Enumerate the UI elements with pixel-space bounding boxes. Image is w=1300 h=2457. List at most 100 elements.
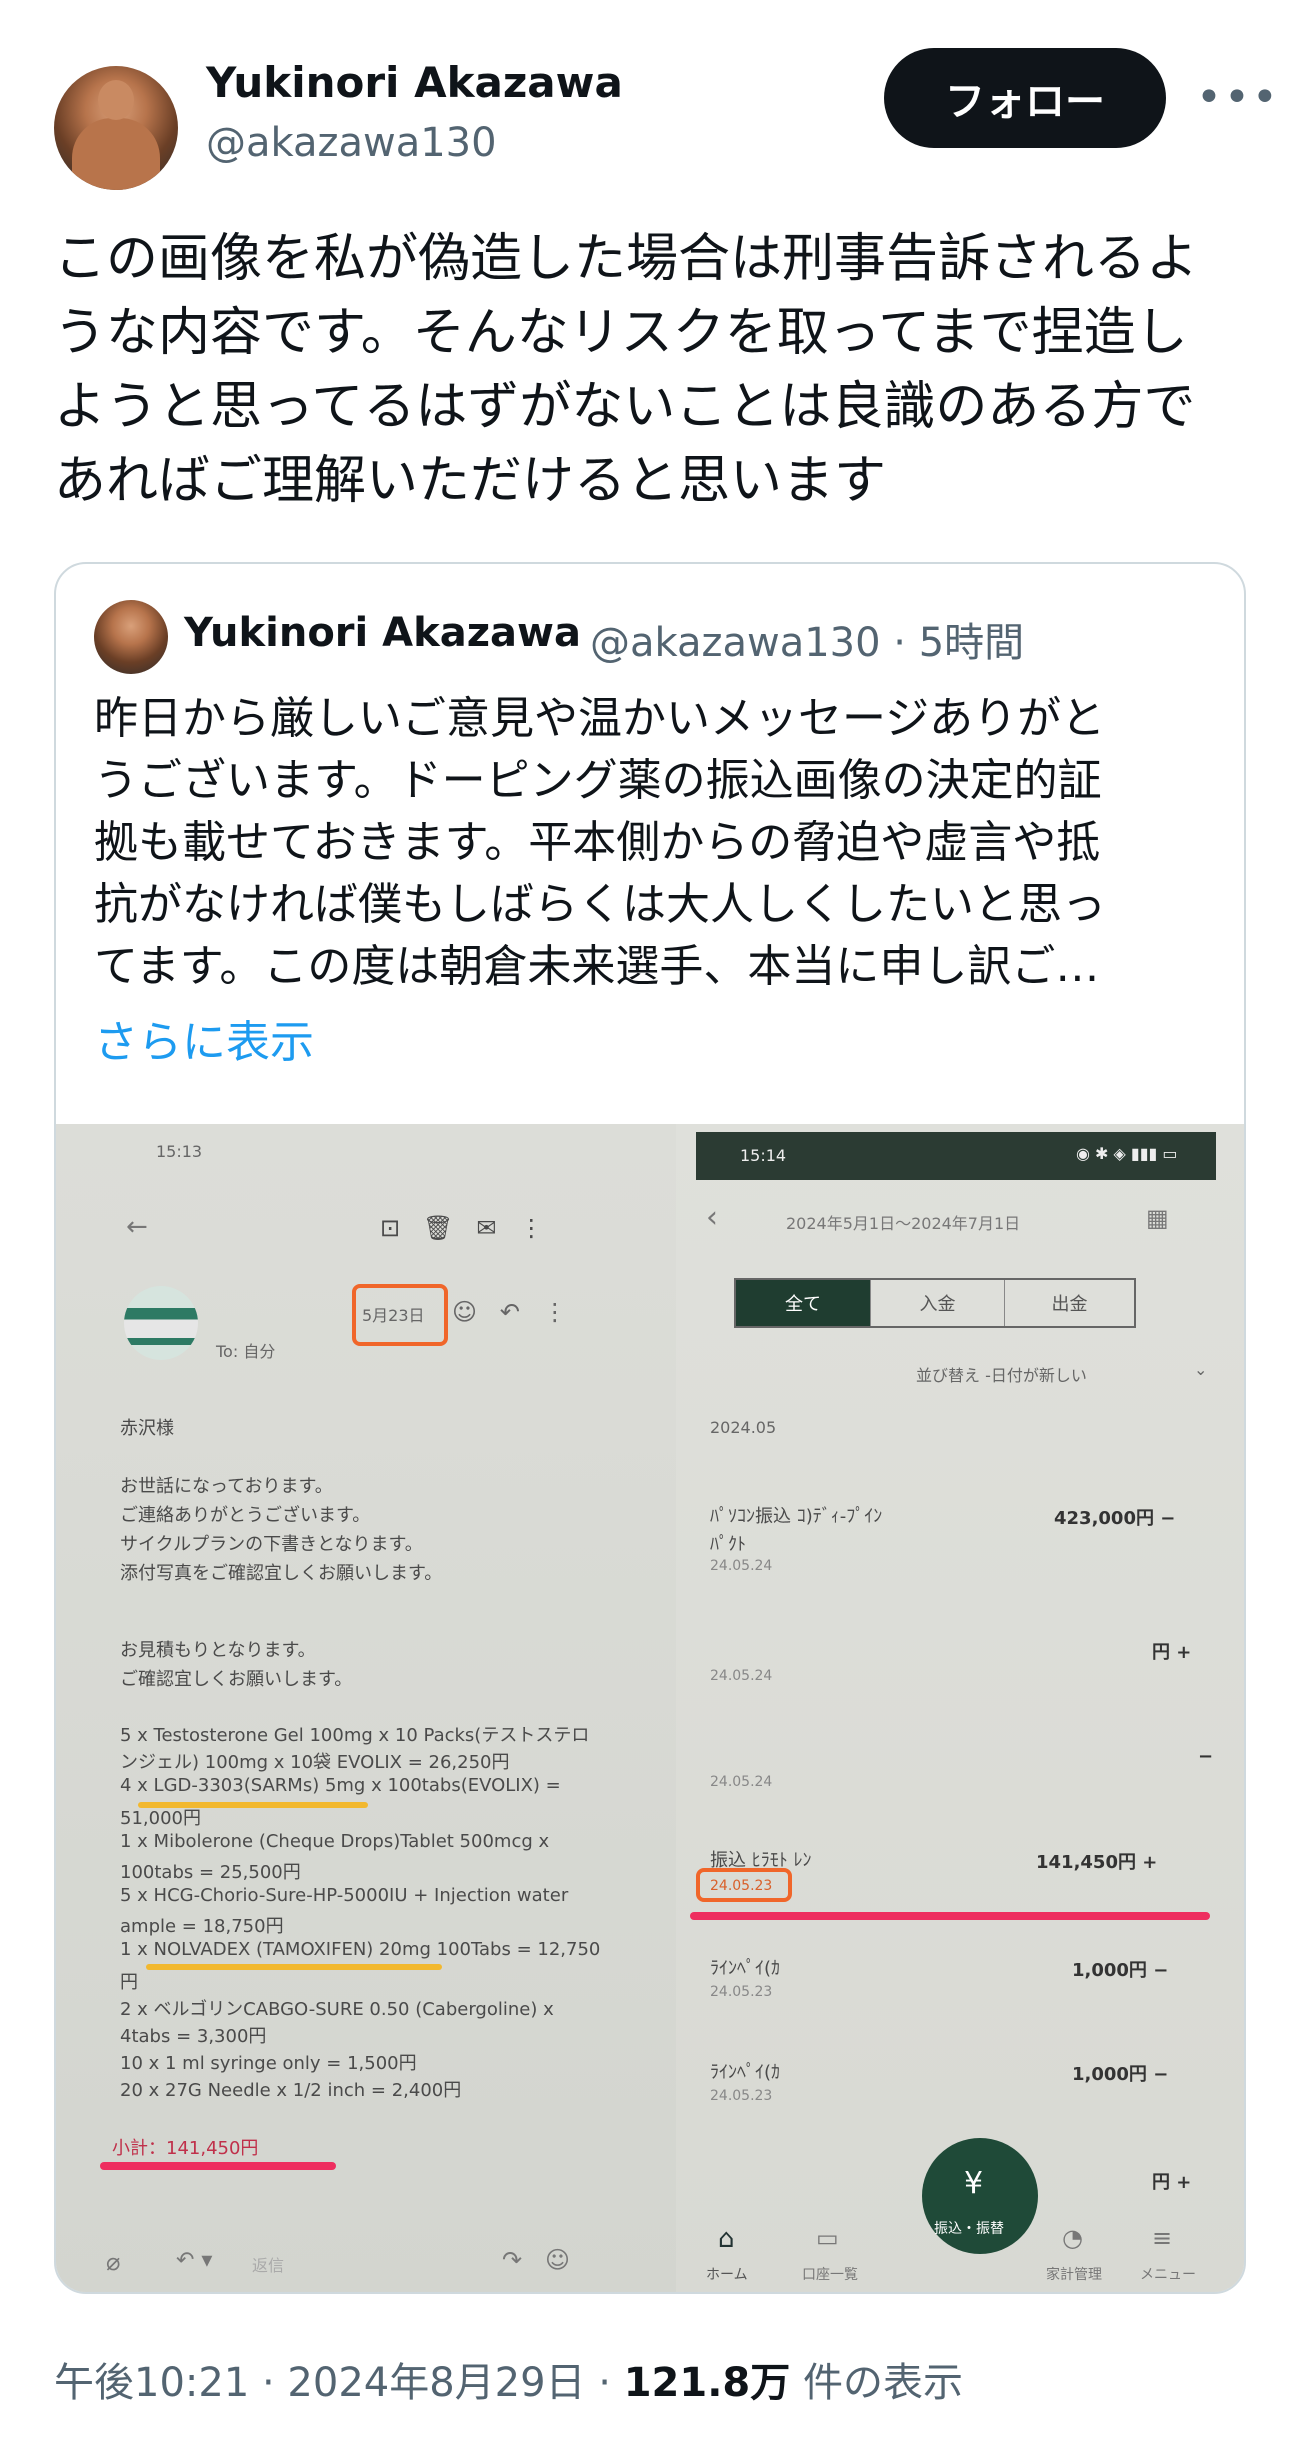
- author-avatar[interactable]: [54, 66, 178, 190]
- email-line: お見積もりとなります。: [120, 1640, 316, 1661]
- order-line: 20 x 27G Needle x 1/2 inch = 2,400円: [120, 2080, 462, 2101]
- entry-name: ﾗｲﾝﾍﾟｲ(ｶ: [710, 1958, 781, 1979]
- tweet-line: うな内容です。そんなリスクを取ってまで捏造し: [54, 303, 1188, 363]
- attached-photo[interactable]: 15:13 ← ⊡ 🗑 ✉ ⋮ To: 自分 5月23日 ☺ ↶ ⋮ 赤沢様 お…: [56, 1124, 1244, 2292]
- tweet-header: Yukinori Akazawa @akazawa130 フォロー •••: [0, 0, 1300, 190]
- entry-amount: 1,000円 −: [1072, 1960, 1169, 1981]
- quoted-author-name: Yukinori Akazawa: [184, 610, 581, 656]
- reply-label: 返信: [252, 2256, 285, 2275]
- status-time: 15:13: [156, 1142, 203, 1161]
- order-line: 100tabs = 25,500円: [120, 1862, 301, 1883]
- tab-deposit[interactable]: 入金: [870, 1280, 1004, 1326]
- photo-email-screen: 15:13 ← ⊡ 🗑 ✉ ⋮ To: 自分 5月23日 ☺ ↶ ⋮ 赤沢様 お…: [56, 1124, 676, 2292]
- photo-bank-screen: 15:14 ◉ ✱ ◈ ▮▮▮ ▭ ‹ 2024年5月1日～2024年7月1日 …: [676, 1124, 1244, 2292]
- email-toolbar-icons: ⊡ 🗑 ✉ ⋮: [380, 1214, 544, 1242]
- quote-line: 抗がなければ僕もしばらくは大人しくしたいと思っ: [94, 879, 1106, 930]
- quote-line: うございます。ドーピング薬の振込画像の決定的証: [94, 755, 1102, 806]
- tab-all[interactable]: 全て: [736, 1280, 870, 1326]
- highlight-underline: [146, 1964, 442, 1970]
- status-time: 15:14: [740, 1146, 787, 1165]
- order-line: 4 x LGD-3303(SARMs) 5mg x 100tabs(EVOLIX…: [120, 1775, 561, 1796]
- show-more-link[interactable]: さらに表示: [94, 1006, 314, 1070]
- order-line: 1 x NOLVADEX (TAMOXIFEN) 20mg 100Tabs = …: [120, 1939, 601, 1960]
- filter-tabs: 全て 入金 出金: [734, 1278, 1136, 1328]
- transfer-button[interactable]: ¥ 振込・振替: [922, 2138, 1038, 2254]
- tweet-text: この画像を私が偽造した場合は刑事告訴されるよ うな内容です。そんなリスクを取って…: [54, 222, 1254, 518]
- date-range: 2024年5月1日～2024年7月1日: [786, 1214, 1021, 1233]
- entry-date: 24.05.24: [710, 1774, 773, 1790]
- view-count-label: 件の表示: [790, 2360, 963, 2406]
- status-icons: ◉ ✱ ◈ ▮▮▮ ▭: [1076, 1144, 1178, 1163]
- budget-icon: ◔: [1062, 2224, 1083, 2252]
- recipient-to: To: 自分: [216, 1342, 276, 1361]
- email-line: 添付写真をご確認宜しくお願いします。: [120, 1563, 443, 1584]
- quoted-tweet[interactable]: Yukinori Akazawa @akazawa130 · 5時間 昨日から厳…: [54, 562, 1246, 2294]
- quoted-author-avatar: [94, 600, 168, 674]
- sender-logo: [124, 1286, 198, 1360]
- entry-name: ﾗｲﾝﾍﾟｲ(ｶ: [710, 2062, 781, 2083]
- tweet-line: ようと思ってるはずがないことは良識のある方で: [54, 377, 1196, 437]
- calendar-icon: ▦: [1146, 1204, 1169, 1232]
- sort-option: 並び替え -日付が新しい: [916, 1366, 1087, 1385]
- home-icon: ⌂: [718, 2224, 735, 2254]
- sort-chevron-icon: ⌄: [1194, 1360, 1208, 1379]
- tweet-meta: 午後10:21 · 2024年8月29日 · 121.8万 件の表示: [54, 2350, 963, 2408]
- follow-button[interactable]: フォロー: [884, 48, 1166, 148]
- email-line: ご連絡ありがとうございます。: [120, 1505, 371, 1526]
- order-line: 5 x HCG-Chorio-Sure-HP-5000IU + Injectio…: [120, 1885, 569, 1906]
- email-line: お世話になっております。: [120, 1476, 333, 1497]
- reply-icon: ↶ ▾: [176, 2248, 213, 2273]
- subtotal-underline: [100, 2162, 336, 2170]
- entry-date: 24.05.24: [710, 1668, 773, 1684]
- quote-line: 昨日から厳しいご意見や温かいメッセージありがと: [94, 693, 1106, 744]
- entry-date: 24.05.24: [710, 1558, 773, 1574]
- order-line: 円: [120, 1972, 138, 1993]
- nav-home[interactable]: ホーム: [706, 2264, 748, 2284]
- entry-amount: 423,000円 −: [1054, 1508, 1176, 1529]
- tweet-line: あればご理解いただけると思います: [54, 451, 887, 511]
- nav-accounts[interactable]: 口座一覧: [802, 2264, 858, 2284]
- order-line: ample = 18,750円: [120, 1916, 284, 1937]
- order-line: 10 x 1 ml syringe only = 1,500円: [120, 2053, 417, 2074]
- entry-amount: 141,450円 +: [1036, 1852, 1158, 1873]
- entry-name-2: ﾊﾟｸﾄ: [710, 1534, 746, 1555]
- order-line: 5 x Testosterone Gel 100mg x 10 Packs(テス…: [120, 1725, 590, 1746]
- author-display-name[interactable]: Yukinori Akazawa: [206, 58, 623, 107]
- entry-date: 24.05.23: [710, 1984, 773, 2000]
- email-actions-icons: ☺ ↶ ⋮: [452, 1298, 567, 1326]
- order-line: 51,000円: [120, 1808, 201, 1829]
- view-count: 121.8万: [623, 2360, 791, 2406]
- date-highlight-box: [352, 1284, 448, 1346]
- tab-withdraw[interactable]: 出金: [1004, 1280, 1134, 1326]
- more-options-icon[interactable]: •••: [1196, 76, 1278, 120]
- forward-icon: ↷ ☺: [502, 2246, 571, 2274]
- author-handle[interactable]: @akazawa130: [206, 120, 497, 166]
- entry-underline: [690, 1912, 1210, 1920]
- back-arrow-icon: ←: [126, 1212, 148, 1242]
- quote-line: てます。この度は朝倉未来選手、本当に申し訳ご…: [94, 941, 1100, 992]
- order-line: 4tabs = 3,300円: [120, 2026, 267, 2047]
- status-bar: 15:14 ◉ ✱ ◈ ▮▮▮ ▭: [696, 1132, 1216, 1180]
- yen-icon: ¥: [964, 2166, 984, 2201]
- entry-amount: 1,000円 −: [1072, 2064, 1169, 2085]
- back-chevron-icon: ‹: [706, 1200, 718, 1235]
- month-heading: 2024.05: [710, 1418, 777, 1437]
- entry-name: ﾊﾟｿｺﾝ振込 ｺ)ﾃﾞｨ-ﾌﾟｲﾝ: [710, 1506, 883, 1527]
- order-line: 1 x Mibolerone (Cheque Drops)Tablet 500m…: [120, 1831, 550, 1852]
- subtotal: 小計：141,450円: [112, 2138, 259, 2159]
- nav-menu[interactable]: メニュー: [1140, 2264, 1196, 2284]
- menu-icon: ≡: [1152, 2224, 1173, 2252]
- quoted-author-handle-time: @akazawa130 · 5時間: [590, 620, 1025, 666]
- order-line: ンジェル) 100mg x 10袋 EVOLIX = 26,250円: [120, 1752, 510, 1773]
- timestamp[interactable]: 午後10:21 · 2024年8月29日 ·: [54, 2360, 624, 2406]
- entry-amount: −: [1198, 1746, 1214, 1767]
- order-line: 2 x ベルゴリンCABGO-SURE 0.50 (Cabergoline) x: [120, 1999, 554, 2020]
- accounts-icon: ▭: [816, 2224, 839, 2252]
- email-line: 赤沢様: [120, 1418, 174, 1439]
- entry-amount: 円 +: [1152, 2172, 1192, 2193]
- nav-transfer: 振込・振替: [934, 2221, 1004, 2237]
- nav-budget[interactable]: 家計管理: [1046, 2264, 1102, 2284]
- entry-date: 24.05.23: [710, 2088, 773, 2104]
- date-highlight-box: [696, 1868, 792, 1902]
- email-line: ご確認宜しくお願いします。: [120, 1669, 353, 1690]
